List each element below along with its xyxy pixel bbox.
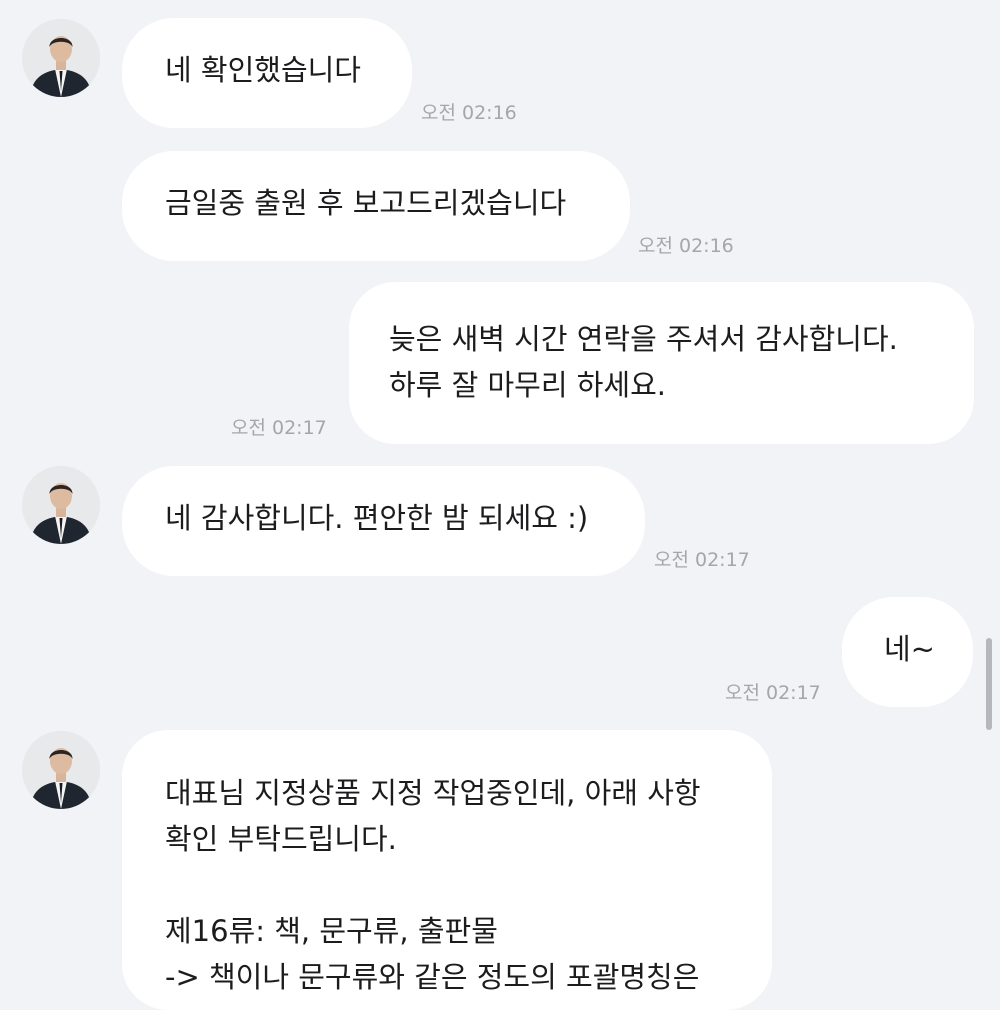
- message-line: 네 확인했습니다: [165, 53, 361, 87]
- scrollbar-thumb[interactable]: [986, 638, 992, 730]
- message-timestamp: 오전 02:17: [654, 549, 750, 571]
- message-bubble[interactable]: 금일중 출원 후 보고드리겠습니다: [122, 151, 630, 261]
- message-line: -> 책이나 문구류와 같은 정도의 포괄명칭은: [165, 960, 700, 994]
- message-line: 네 감사합니다. 편안한 밤 되세요 :): [165, 501, 589, 535]
- profile-photo-icon: [22, 731, 100, 809]
- message-line: 늦은 새벽 시간 연락을 주셔서 감사합니다.: [389, 322, 898, 356]
- message-timestamp: 오전 02:16: [421, 102, 517, 124]
- message-line-blank: [165, 862, 772, 908]
- avatar[interactable]: [22, 731, 100, 809]
- message-line: 하루 잘 마무리 하세요.: [389, 368, 666, 402]
- avatar[interactable]: [22, 19, 100, 97]
- message-line: 네~: [884, 632, 935, 666]
- message-bubble[interactable]: 대표님 지정상품 지정 작업중인데, 아래 사항 확인 부탁드립니다. 제16류…: [122, 730, 772, 1010]
- message-bubble[interactable]: 네 확인했습니다: [122, 18, 412, 128]
- message-line: 제16류: 책, 문구류, 출판물: [165, 914, 498, 948]
- message-timestamp: 오전 02:16: [638, 235, 734, 257]
- message-timestamp: 오전 02:17: [725, 682, 821, 704]
- message-line: 대표님 지정상품 지정 작업중인데, 아래 사항: [165, 776, 701, 810]
- profile-photo-icon: [22, 19, 100, 97]
- message-bubble[interactable]: 늦은 새벽 시간 연락을 주셔서 감사합니다. 하루 잘 마무리 하세요.: [349, 282, 974, 444]
- message-timestamp: 오전 02:17: [231, 417, 327, 439]
- message-line: 확인 부탁드립니다.: [165, 822, 397, 856]
- message-line: 금일중 출원 후 보고드리겠습니다: [165, 186, 567, 220]
- message-bubble[interactable]: 네~: [842, 597, 973, 707]
- message-bubble[interactable]: 네 감사합니다. 편안한 밤 되세요 :): [122, 466, 645, 576]
- avatar[interactable]: [22, 466, 100, 544]
- profile-photo-icon: [22, 466, 100, 544]
